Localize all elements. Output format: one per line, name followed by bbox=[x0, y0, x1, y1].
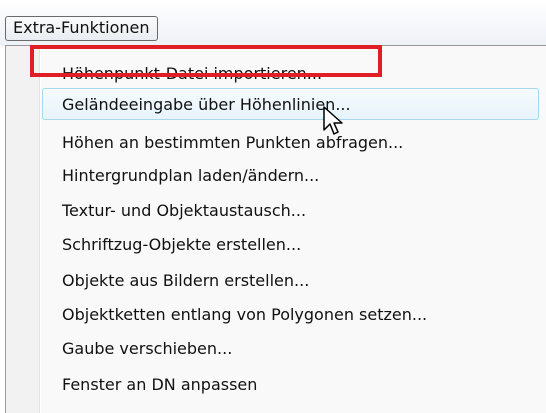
menu-item-hoehen-an-punkten-abfragen[interactable]: Höhen an bestimmten Punkten abfragen... bbox=[6, 126, 546, 160]
menu-item-gaube-verschieben[interactable]: Gaube verschieben... bbox=[6, 332, 546, 366]
menu-item-objekte-aus-bildern-erstellen[interactable]: Objekte aus Bildern erstellen... bbox=[6, 264, 546, 298]
menu-item-label: Geländeeingabe über Höhenlinien... bbox=[62, 95, 351, 114]
menu-item-label: Hintergrundplan laden/ändern... bbox=[62, 166, 320, 185]
dropdown-menu: Höhenpunkt-Datei importieren... Geländee… bbox=[5, 45, 546, 413]
menu-item-label: Höhenpunkt-Datei importieren... bbox=[62, 64, 323, 83]
menu-item-hintergrundplan-laden[interactable]: Hintergrundplan laden/ändern... bbox=[6, 159, 546, 193]
menu-item-label: Schriftzug-Objekte erstellen... bbox=[62, 235, 302, 254]
menu-item-textur-und-objektaustausch[interactable]: Textur- und Objektaustausch... bbox=[6, 194, 546, 228]
menu-item-label: Fenster an DN anpassen bbox=[62, 375, 258, 394]
menu-item-schriftzug-objekte-erstellen[interactable]: Schriftzug-Objekte erstellen... bbox=[6, 228, 546, 262]
menu-item-label: Objektketten entlang von Polygonen setze… bbox=[62, 305, 428, 324]
menu-item-label: Gaube verschieben... bbox=[62, 339, 233, 358]
menu-item-fenster-an-dn-anpassen[interactable]: Fenster an DN anpassen bbox=[6, 368, 546, 402]
menu-extra-funktionen[interactable]: Extra-Funktionen bbox=[5, 16, 158, 41]
menu-item-label: Objekte aus Bildern erstellen... bbox=[62, 271, 310, 290]
menu-item-objektketten-entlang-polygonen[interactable]: Objektketten entlang von Polygonen setze… bbox=[6, 298, 546, 332]
menu-item-label: Textur- und Objektaustausch... bbox=[62, 201, 307, 220]
menu-bar: Extra-Funktionen bbox=[0, 0, 546, 46]
menu-item-label: Höhen an bestimmten Punkten abfragen... bbox=[62, 133, 404, 152]
menu-item-gelaendeeingabe-ueber-hoehenlinien[interactable]: Geländeeingabe über Höhenlinien... bbox=[6, 88, 546, 122]
menu-item-hoehenpunkt-datei-importieren[interactable]: Höhenpunkt-Datei importieren... bbox=[6, 57, 546, 91]
